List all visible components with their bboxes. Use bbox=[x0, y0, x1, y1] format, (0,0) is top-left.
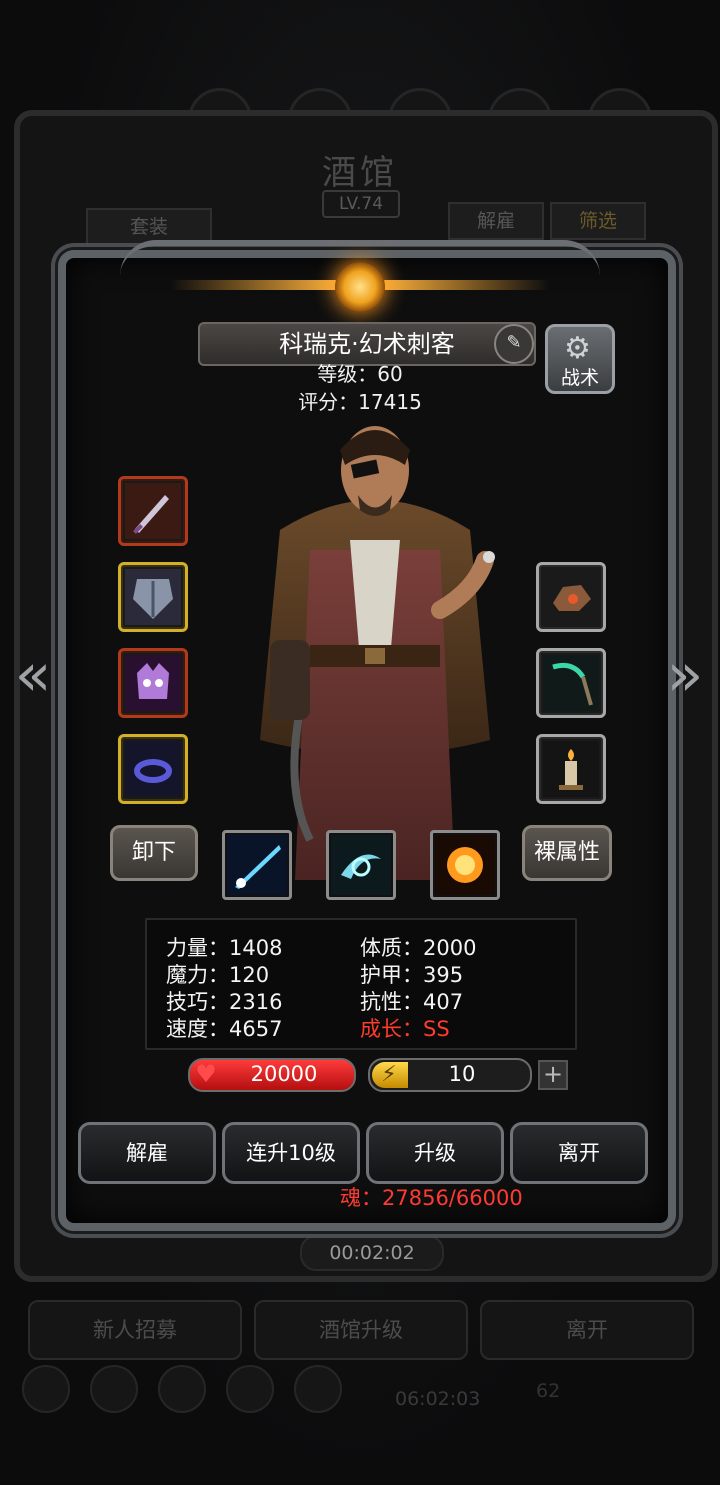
soul-counter: 魂：27856/66000 bbox=[340, 1186, 523, 1210]
previous-hero-arrow-icon[interactable]: « bbox=[10, 640, 56, 710]
fireball-skill-icon bbox=[435, 835, 495, 895]
add-energy-button[interactable]: + bbox=[538, 1060, 568, 1090]
bottom-nav-icon bbox=[22, 1365, 70, 1413]
bottom-nav-icon bbox=[158, 1365, 206, 1413]
skill-slot-2[interactable] bbox=[326, 830, 396, 900]
candle-icon bbox=[543, 741, 599, 797]
energy-value: 10 bbox=[448, 1062, 476, 1086]
attr-armor: 护甲：395 bbox=[360, 963, 464, 987]
bottom-timer: 06:02:03 bbox=[395, 1388, 481, 1410]
light-beam-skill-icon bbox=[227, 835, 287, 895]
equip-slot-accessory-3[interactable] bbox=[536, 734, 606, 804]
ring-icon bbox=[125, 741, 181, 797]
attr-constitution: 体质：2000 bbox=[360, 936, 477, 960]
attr-speed: 速度：4657 bbox=[166, 1017, 283, 1041]
equip-slot-helm[interactable] bbox=[118, 648, 188, 718]
bottom-nav-icon bbox=[294, 1365, 342, 1413]
emblem-wing-right bbox=[380, 280, 550, 290]
dagger-icon bbox=[125, 483, 181, 539]
skill-slot-3[interactable] bbox=[430, 830, 500, 900]
hp-value: 20000 bbox=[250, 1062, 318, 1086]
equip-slot-weapon[interactable] bbox=[118, 476, 188, 546]
attr-magic: 魔力：120 bbox=[166, 963, 270, 987]
bg-dismiss-button: 解雇 bbox=[448, 202, 544, 240]
attr-strength: 力量：1408 bbox=[166, 936, 283, 960]
demon-helm-icon bbox=[125, 655, 181, 711]
level-up-10-button[interactable]: 连升10级 bbox=[222, 1122, 360, 1184]
whirlwind-skill-icon bbox=[331, 835, 391, 895]
recruit-timer: 00:02:02 bbox=[300, 1235, 444, 1271]
tavern-upgrade-button: 酒馆升级 bbox=[254, 1300, 468, 1360]
bottom-nav-icon bbox=[90, 1365, 138, 1413]
heart-icon: ♥ bbox=[195, 1060, 217, 1088]
leave-button[interactable]: 离开 bbox=[510, 1122, 648, 1184]
attr-resistance: 抗性：407 bbox=[360, 990, 464, 1014]
tactics-button[interactable]: ⚙ 战术 bbox=[545, 324, 615, 394]
ore-icon bbox=[543, 569, 599, 625]
scythe-icon bbox=[543, 655, 599, 711]
attr-growth: 成长：SS bbox=[360, 1017, 450, 1041]
lightning-icon: ⚡ bbox=[381, 1062, 397, 1087]
recruit-button: 新人招募 bbox=[28, 1300, 242, 1360]
attr-skill: 技巧：2316 bbox=[166, 990, 283, 1014]
next-hero-arrow-icon[interactable]: » bbox=[662, 640, 708, 710]
tavern-level: LV.74 bbox=[322, 190, 400, 218]
tavern-title: 酒馆 bbox=[322, 153, 398, 193]
equip-slot-ring[interactable] bbox=[118, 734, 188, 804]
tactics-label: 战术 bbox=[560, 367, 599, 389]
armor-icon bbox=[125, 569, 181, 625]
equip-slot-accessory-1[interactable] bbox=[536, 562, 606, 632]
equip-slot-accessory-2[interactable] bbox=[536, 648, 606, 718]
emblem-wing-left bbox=[170, 280, 340, 290]
bottom-nav-icon bbox=[226, 1365, 274, 1413]
filter-button: 筛选 bbox=[550, 202, 646, 240]
emblem-icon bbox=[335, 262, 385, 312]
skill-slot-1[interactable] bbox=[222, 830, 292, 900]
base-attributes-button[interactable]: 裸属性 bbox=[522, 825, 612, 881]
equip-slot-armor[interactable] bbox=[118, 562, 188, 632]
dismiss-button[interactable]: 解雇 bbox=[78, 1122, 216, 1184]
unequip-button[interactable]: 卸下 bbox=[110, 825, 198, 881]
gear-icon: ⚙ bbox=[564, 331, 591, 366]
tavern-leave-button: 离开 bbox=[480, 1300, 694, 1360]
bottom-count: 62 bbox=[536, 1380, 561, 1402]
level-up-button[interactable]: 升级 bbox=[366, 1122, 504, 1184]
